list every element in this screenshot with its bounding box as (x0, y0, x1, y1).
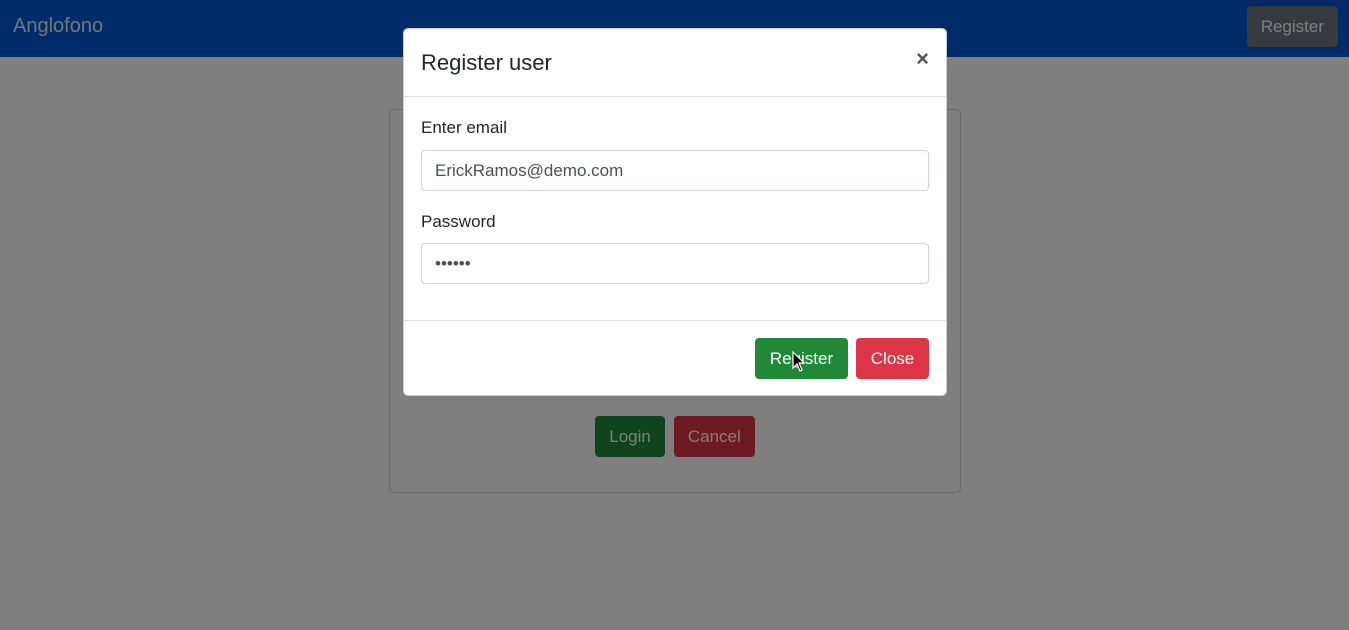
mouse-cursor-icon (792, 351, 806, 372)
modal-actions: Register Close (755, 338, 929, 379)
modal-title: Register user (421, 50, 552, 75)
close-button[interactable]: Close (856, 338, 929, 379)
close-icon[interactable]: × (916, 46, 929, 72)
register-user-modal: Register user × Enter email Password Reg… (403, 28, 947, 396)
modal-header: Register user × (404, 29, 946, 97)
password-label: Password (421, 212, 496, 231)
password-field[interactable] (421, 243, 929, 284)
email-label: Enter email (421, 118, 507, 137)
email-field[interactable] (421, 150, 929, 191)
modal-footer: Register Close (404, 320, 946, 396)
